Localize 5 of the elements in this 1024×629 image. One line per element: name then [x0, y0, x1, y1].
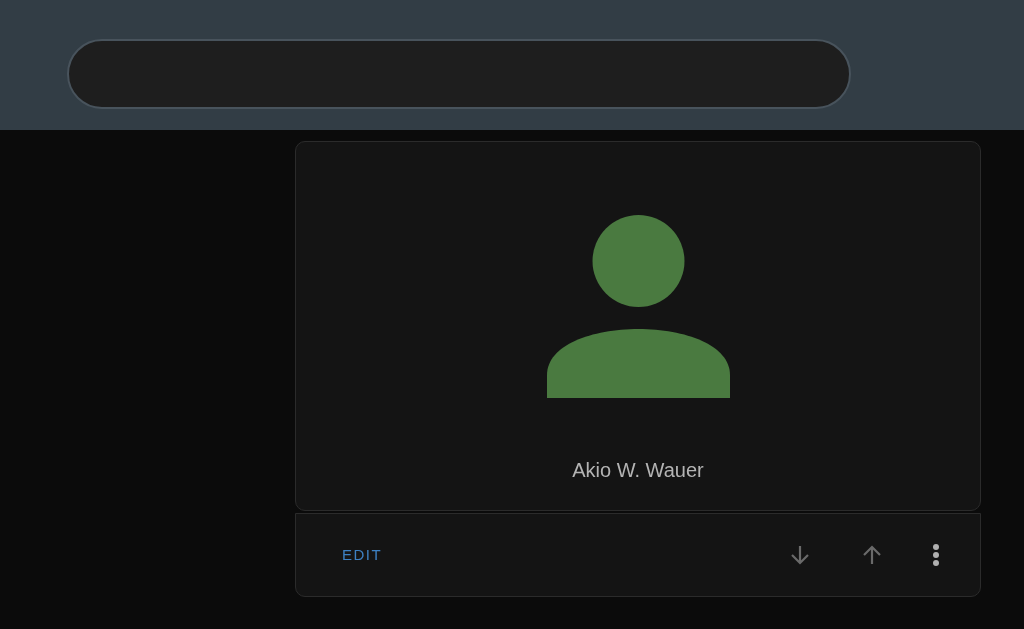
- person-name: Akio W. Wauer: [572, 458, 704, 483]
- more-options-icon[interactable]: [932, 543, 940, 567]
- person-icon: [546, 215, 730, 398]
- arrow-down-icon[interactable]: [788, 543, 812, 567]
- edit-button[interactable]: EDIT: [328, 535, 397, 575]
